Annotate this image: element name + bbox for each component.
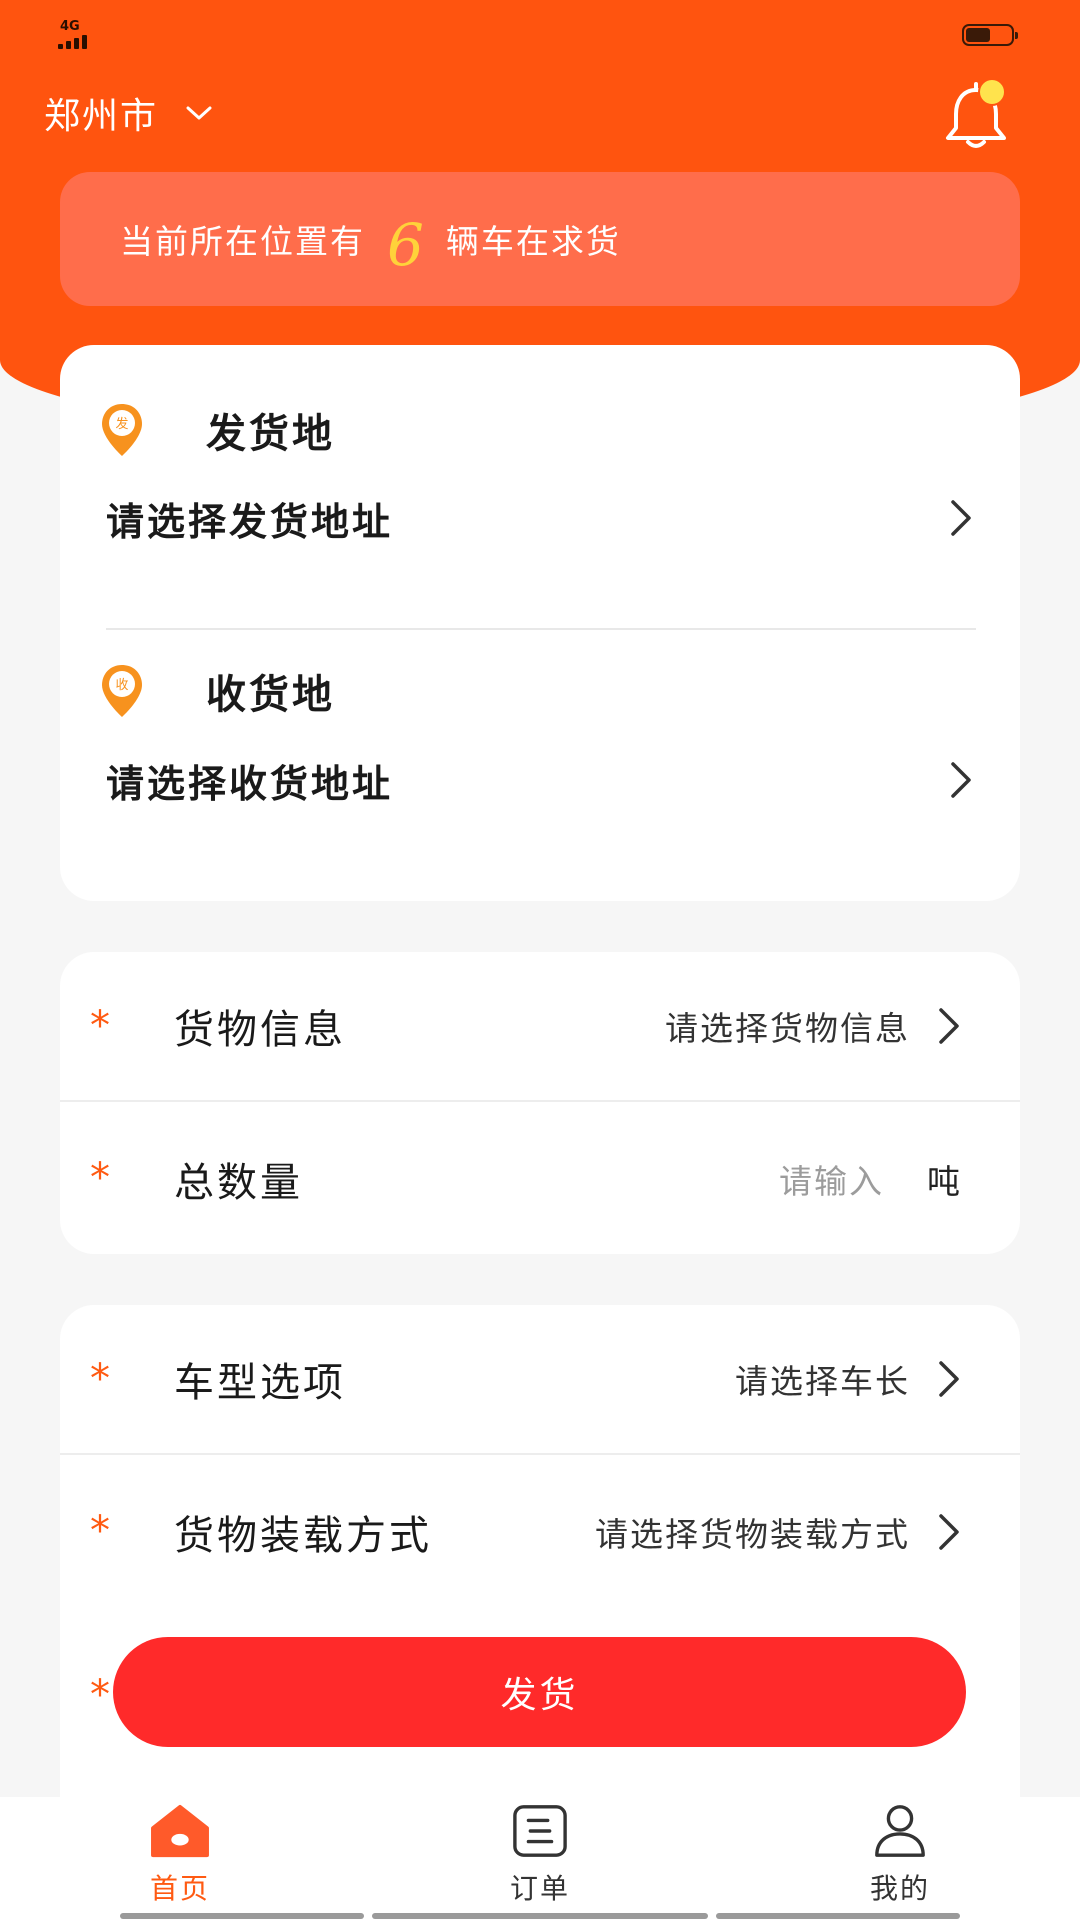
address-divider xyxy=(106,628,976,630)
chevron-right-icon xyxy=(946,496,976,540)
chevron-right-icon xyxy=(946,758,976,802)
cargo-info-row[interactable]: * 货物信息 请选择货物信息 xyxy=(60,952,1020,1102)
destination-pin-label: 收 xyxy=(115,678,128,693)
truck-type-row[interactable]: * 车型选项 请选择车长 xyxy=(60,1305,1020,1455)
loading-method-value: 请选择货物装载方式 xyxy=(595,1515,910,1554)
tab-profile[interactable]: 我的 xyxy=(800,1797,1000,1907)
home-icon xyxy=(151,1804,209,1858)
network-type: 4G xyxy=(60,19,80,34)
destination-address-prompt: 请选择收货地址 xyxy=(106,761,394,806)
banner-prefix: 当前所在位置有 xyxy=(120,222,365,261)
destination-address-selector[interactable]: 请选择收货地址 xyxy=(106,750,976,810)
quantity-row: * 总数量 请输入 吨 xyxy=(60,1104,1020,1254)
required-mark: * xyxy=(90,1356,110,1402)
required-mark: * xyxy=(90,1003,110,1049)
required-mark: * xyxy=(90,1672,110,1718)
destination-title: 收货地 xyxy=(206,672,335,718)
cargo-info-label: 货物信息 xyxy=(174,1007,346,1053)
address-card: 发 发货地 请选择发货地址 收 收货地 请选择收货地址 xyxy=(60,345,1020,901)
signal-icon: 4G xyxy=(58,19,98,49)
chevron-right-icon xyxy=(934,1357,964,1401)
status-bar: 4G xyxy=(0,0,1080,60)
cargo-card: * 货物信息 请选择货物信息 * 总数量 请输入 吨 xyxy=(60,952,1020,1254)
nearby-trucks-banner: 当前所在位置有 6 辆车在求货 xyxy=(60,172,1020,306)
tab-profile-label: 我的 xyxy=(869,1872,930,1905)
quantity-input[interactable]: 请输入 xyxy=(779,1155,884,1203)
required-mark: * xyxy=(90,1508,110,1554)
chevron-down-icon xyxy=(184,98,214,128)
tab-home-label: 首页 xyxy=(149,1872,210,1905)
loading-method-row[interactable]: * 货物装载方式 请选择货物装载方式 xyxy=(60,1457,1020,1607)
city-selector[interactable]: 郑州市 xyxy=(44,88,214,138)
tab-orders-label: 订单 xyxy=(509,1872,570,1905)
truck-type-value: 请选择车长 xyxy=(735,1362,910,1401)
order-icon xyxy=(513,1805,567,1857)
notification-bell-icon[interactable] xyxy=(936,76,1016,156)
origin-title: 发货地 xyxy=(206,411,335,457)
cargo-info-value: 请选择货物信息 xyxy=(665,1009,910,1048)
chevron-right-icon xyxy=(934,1004,964,1048)
tab-home[interactable]: 首页 xyxy=(80,1797,280,1907)
nav-indicator xyxy=(120,1913,364,1919)
person-icon xyxy=(875,1805,925,1857)
battery-icon xyxy=(962,24,1018,46)
nav-indicator xyxy=(716,1913,960,1919)
chevron-right-icon xyxy=(934,1510,964,1554)
truck-count: 6 xyxy=(387,211,424,279)
destination-pin-icon: 收 xyxy=(102,665,142,717)
nav-indicator xyxy=(372,1913,708,1919)
origin-pin-icon: 发 xyxy=(102,404,142,456)
origin-address-prompt: 请选择发货地址 xyxy=(106,499,394,544)
bottom-tab-bar: 首页 订单 我的 xyxy=(0,1797,1080,1920)
quantity-label: 总数量 xyxy=(174,1160,303,1206)
origin-address-selector[interactable]: 请选择发货地址 xyxy=(106,488,976,548)
ship-button[interactable]: 发货 xyxy=(113,1637,966,1747)
banner-suffix: 辆车在求货 xyxy=(445,222,621,261)
tab-orders[interactable]: 订单 xyxy=(440,1797,640,1907)
loading-method-label: 货物装载方式 xyxy=(174,1513,432,1559)
required-mark: * xyxy=(90,1155,110,1201)
quantity-unit: 吨 xyxy=(927,1162,960,1201)
truck-type-label: 车型选项 xyxy=(174,1360,346,1406)
origin-pin-label: 发 xyxy=(115,416,128,432)
city-name: 郑州市 xyxy=(44,96,159,137)
